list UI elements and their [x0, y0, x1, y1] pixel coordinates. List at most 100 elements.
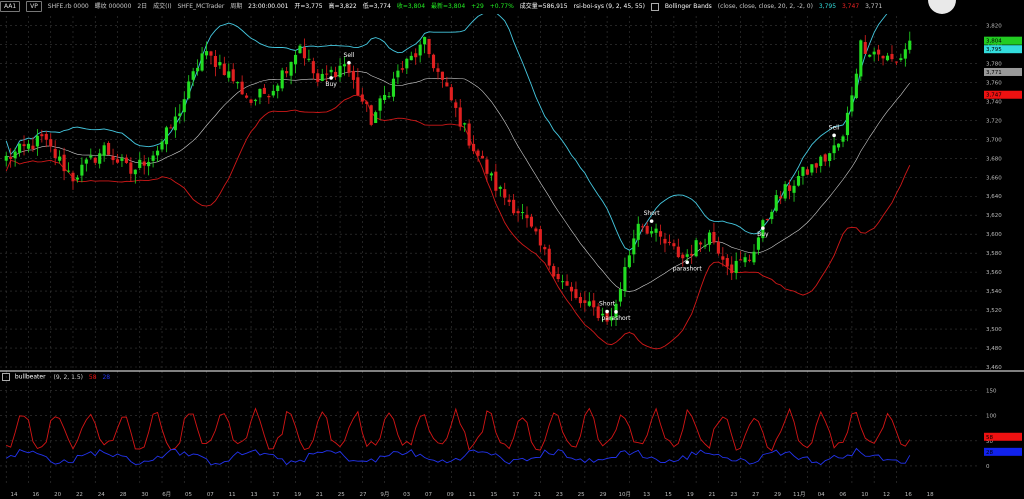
- time-tick-label: 17: [272, 492, 279, 498]
- candle-body: [498, 186, 502, 189]
- ind-tag-label: 58: [986, 435, 993, 441]
- candle-body: [75, 177, 79, 180]
- candle-body: [592, 300, 596, 308]
- close-label: 收=3,804: [396, 3, 426, 10]
- candle-body: [289, 61, 293, 76]
- candle-body: [694, 240, 698, 257]
- middle-band: [6, 71, 911, 292]
- candle-body: [476, 150, 480, 156]
- time-tick-label: 21: [709, 492, 716, 498]
- candle-body: [4, 155, 8, 161]
- price-axis: 3,8203,8003,7803,7603,7403,7203,7003,680…: [984, 23, 1022, 371]
- candle-body: [641, 226, 645, 228]
- signal-dot: [347, 60, 351, 65]
- candle-body: [124, 157, 128, 163]
- candle-body: [387, 96, 391, 98]
- candle-body: [120, 158, 124, 161]
- symbol-chip[interactable]: AA1: [0, 1, 21, 12]
- cycle-label: 周期: [230, 3, 243, 10]
- candle-body: [40, 134, 44, 137]
- candle-body: [672, 243, 676, 247]
- time-tick-label: 15: [665, 492, 672, 498]
- candle-body: [810, 164, 814, 173]
- candle-body: [409, 55, 413, 61]
- open-label: 开=3,775: [294, 3, 323, 10]
- signal-dot: [832, 133, 836, 138]
- candle-body: [369, 105, 373, 125]
- candle-body: [747, 259, 752, 261]
- candle-body: [587, 301, 591, 306]
- candle-body: [681, 254, 685, 259]
- ind-tag-label: 28: [986, 450, 993, 456]
- candle-body: [885, 55, 890, 61]
- bollinger-bands: [5, 0, 911, 350]
- candle-body: [618, 289, 623, 302]
- candle-body: [636, 223, 640, 240]
- price-tick-label: 3,620: [986, 213, 1002, 219]
- candle-body: [245, 95, 249, 98]
- volume-label: 成交量=586,915: [519, 3, 568, 10]
- bb-toggle-checkbox[interactable]: [650, 2, 659, 11]
- candle-body: [31, 145, 35, 150]
- candle-body: [467, 123, 471, 146]
- candle-body: [44, 133, 48, 140]
- qty-label: 螺纹 000000: [94, 3, 132, 10]
- signal-label: Sell: [344, 52, 355, 59]
- indicator-name: bullbeater: [14, 373, 46, 381]
- candle-body: [98, 153, 102, 164]
- time-tick-label: 29: [599, 492, 606, 498]
- period-label: 2日: [137, 3, 148, 10]
- candle-body: [213, 55, 217, 67]
- candle-body: [538, 229, 542, 246]
- time-tick-label: 23: [556, 492, 563, 498]
- candle-body: [796, 176, 801, 186]
- candle-body: [93, 157, 97, 163]
- candle-body: [850, 95, 854, 112]
- candle-body: [360, 94, 364, 102]
- time-tick-label: 06: [839, 492, 846, 498]
- candle-body: [489, 173, 493, 176]
- time-tick-label: 14: [11, 492, 18, 498]
- candle-body: [58, 156, 62, 161]
- signal-label: parashort: [673, 265, 703, 272]
- time-tick-label: 19: [294, 492, 301, 498]
- time-tick-label: 17: [512, 492, 519, 498]
- candle-body: [814, 163, 818, 168]
- candle-body: [258, 88, 262, 98]
- price-tick-label: 3,500: [986, 327, 1002, 333]
- candle-body: [734, 260, 738, 273]
- candle-body: [396, 70, 400, 78]
- candle-body: [783, 184, 787, 199]
- candle-body: [676, 246, 680, 258]
- candle-body: [792, 185, 796, 193]
- candle-body: [160, 141, 164, 150]
- candle-body: [204, 51, 209, 56]
- indicator-toggle-checkbox[interactable]: [2, 373, 10, 381]
- signal-marker: Sell: [344, 52, 355, 65]
- candle-body: [227, 71, 231, 78]
- time-tick-label: 10月: [619, 491, 632, 498]
- signal-marker: Sell: [829, 124, 840, 138]
- candle-body: [293, 54, 298, 65]
- candle-body: [249, 99, 253, 103]
- candle-body: [196, 67, 200, 72]
- candle-body: [583, 300, 587, 303]
- candle-body: [908, 40, 912, 50]
- price-tick-label: 3,580: [986, 251, 1002, 257]
- candle-body: [107, 142, 111, 155]
- candle-body: [623, 266, 627, 292]
- price-tick-label: 3,820: [986, 23, 1002, 29]
- indicator-line-red: [6, 407, 911, 452]
- candle-body: [427, 38, 431, 55]
- time-tick-label: 03: [403, 492, 410, 498]
- candle-body: [182, 99, 186, 113]
- candle-body: [338, 65, 342, 78]
- candle-body: [423, 36, 427, 45]
- candle-body: [13, 151, 17, 159]
- candle-body: [71, 172, 75, 182]
- candle-body: [832, 145, 836, 154]
- upper-band: [5, 0, 911, 251]
- bb-value-mid: 3,771: [865, 3, 883, 10]
- vp-chip[interactable]: VP: [26, 1, 42, 12]
- candle-body: [805, 169, 809, 175]
